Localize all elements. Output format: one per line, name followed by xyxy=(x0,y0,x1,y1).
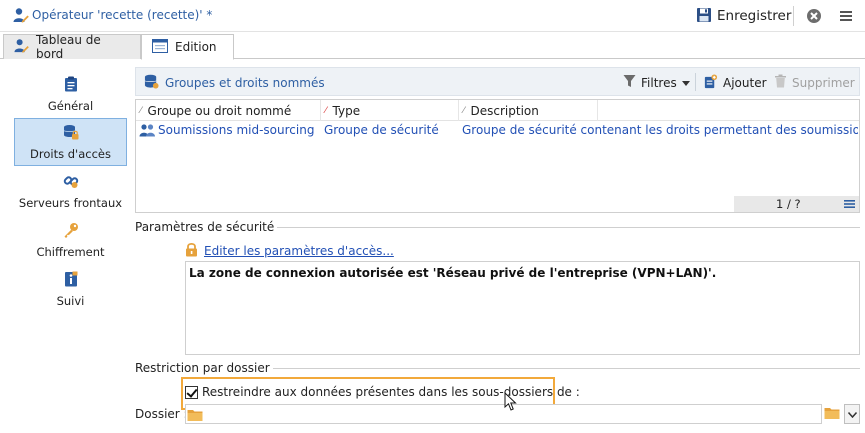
toolbar-divider xyxy=(695,73,696,91)
pagination-label: 1 / ? xyxy=(776,197,801,211)
column-header-name[interactable]: ⁄ Groupe ou droit nommé xyxy=(136,100,321,121)
tab-dashboard[interactable]: Tableau de bord xyxy=(3,33,141,61)
title-bar: Opérateur 'recette (recette)' * Enregist… xyxy=(0,0,865,32)
tab-bar: Tableau de bord Edition xyxy=(0,33,865,61)
sort-icon: ⁄ xyxy=(463,105,465,116)
save-button-label: Enregistrer xyxy=(717,8,792,24)
folder-icon xyxy=(187,408,203,425)
clipboard-icon xyxy=(64,76,78,95)
security-info-box: La zone de connexion autorisée est 'Rése… xyxy=(185,261,860,355)
chevron-down-icon xyxy=(847,407,857,421)
folder-field-label: Dossier : xyxy=(135,407,188,421)
trash-icon xyxy=(774,74,787,91)
table-row[interactable]: Soumissions mid-sourcing Groupe de sécur… xyxy=(136,121,859,141)
nav-item-encryption[interactable]: Chiffrement xyxy=(14,216,127,264)
menu-icon[interactable] xyxy=(838,8,854,27)
add-button[interactable]: Ajouter xyxy=(703,74,767,92)
column-menu-icon[interactable] xyxy=(844,198,855,212)
nav-item-access-rights[interactable]: Droits d'accès xyxy=(14,118,127,166)
delete-button-label: Supprimer xyxy=(792,75,855,90)
link-icon xyxy=(63,173,79,192)
nav-item-general-label: Général xyxy=(47,98,94,113)
row-name: Soumissions mid-sourcing xyxy=(158,123,315,137)
checkbox[interactable] xyxy=(185,385,198,399)
nav-item-general[interactable]: Général xyxy=(14,70,127,118)
column-header-description[interactable]: ⁄ Description xyxy=(459,100,598,121)
nav-item-encryption-label: Chiffrement xyxy=(36,244,105,259)
nav-item-front-servers-label: Serveurs frontaux xyxy=(18,195,123,210)
toolbar-divider xyxy=(793,6,794,26)
groups-table: ⁄ Groupe ou droit nommé ⁄ Type ⁄ Descrip… xyxy=(135,99,860,213)
filters-button[interactable]: Filtres xyxy=(623,74,690,91)
database-lock-icon xyxy=(63,124,79,143)
restrict-subfolders-label: Restreindre aux données présentes dans l… xyxy=(202,385,580,399)
edit-access-link[interactable]: Editer les paramètres d'accès... xyxy=(185,242,394,260)
groups-section-title: Groupes et droits nommés xyxy=(165,76,325,90)
filters-button-label: Filtres xyxy=(641,75,677,90)
tab-edition[interactable]: Edition xyxy=(141,34,234,60)
folder-dropdown-button[interactable] xyxy=(844,404,860,424)
nav-item-tracking-label: Suivi xyxy=(56,293,85,308)
groups-section-header[interactable]: Groupes et droits nommés xyxy=(144,74,325,92)
save-button[interactable]: Enregistrer xyxy=(696,5,791,27)
mouse-pointer-icon xyxy=(504,391,518,415)
tab-dashboard-label: Tableau de bord xyxy=(36,33,101,61)
folder-picker-icon[interactable] xyxy=(824,406,840,423)
column-header-type[interactable]: ⁄ Type xyxy=(321,100,459,121)
add-user-icon xyxy=(703,74,718,92)
funnel-icon xyxy=(623,74,636,91)
edit-access-link-label: Editer les paramètres d'accès... xyxy=(204,244,394,258)
chevron-down-icon xyxy=(681,76,690,90)
row-type: Groupe de sécurité xyxy=(324,123,439,137)
database-icon xyxy=(144,74,159,92)
close-icon[interactable] xyxy=(806,8,822,27)
sort-icon: ⁄ xyxy=(140,105,142,116)
delete-button[interactable]: Supprimer xyxy=(774,74,855,91)
restrict-subfolders-checkbox[interactable]: Restreindre aux données présentes dans l… xyxy=(185,385,580,399)
floppy-disk-icon xyxy=(696,7,712,26)
tab-edition-label: Edition xyxy=(175,40,217,54)
nav-item-access-rights-label: Droits d'accès xyxy=(30,146,111,161)
table-pagination: 1 / ? xyxy=(734,196,859,212)
restriction-section-header: Restriction par dossier xyxy=(135,361,860,375)
sort-icon: ⁄ xyxy=(325,105,327,116)
padlock-icon xyxy=(185,242,198,260)
user-edit-icon xyxy=(13,7,29,26)
table-header: ⁄ Groupe ou droit nommé ⁄ Type ⁄ Descrip… xyxy=(136,100,859,121)
nav-item-tracking[interactable]: Suivi xyxy=(14,265,127,313)
groups-toolbar: Groupes et droits nommés Filtres Ajouter xyxy=(135,67,860,96)
nav-item-front-servers[interactable]: Serveurs frontaux xyxy=(14,167,127,215)
window-title: Opérateur 'recette (recette)' * xyxy=(32,8,213,22)
info-doc-icon xyxy=(64,271,78,290)
key-icon xyxy=(63,222,79,241)
window-form-icon xyxy=(152,38,168,56)
row-description: Groupe de sécurité contenant les droits … xyxy=(462,123,858,137)
group-icon xyxy=(139,123,156,141)
add-button-label: Ajouter xyxy=(723,76,767,90)
security-section-header: Paramètres de sécurité xyxy=(135,220,860,234)
user-dashboard-icon xyxy=(14,38,29,56)
security-info-text: La zone de connexion autorisée est 'Rése… xyxy=(189,266,717,280)
